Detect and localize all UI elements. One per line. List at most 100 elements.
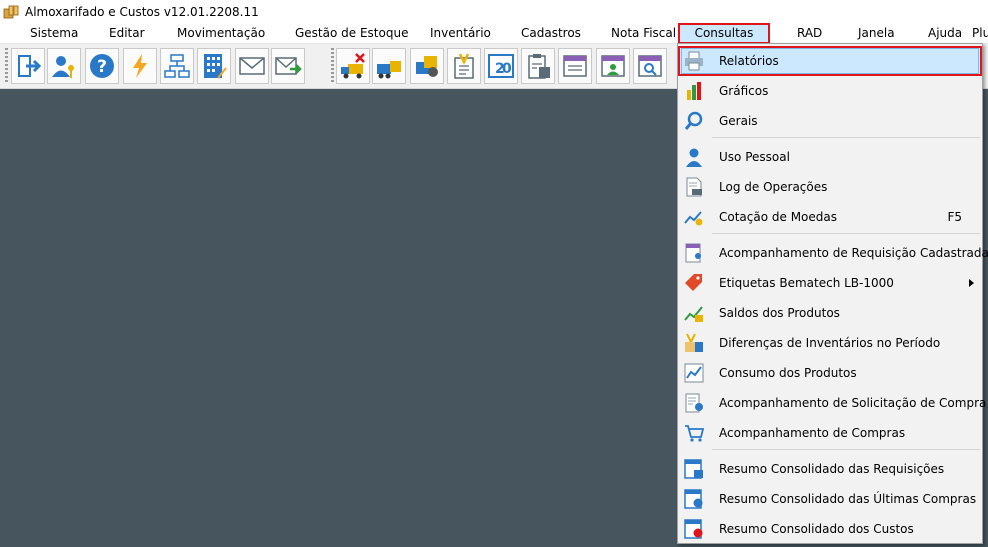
consumption-chart-icon — [684, 363, 704, 383]
menu-nota-fiscal[interactable]: Nota Fiscal — [611, 23, 676, 43]
toolbar-org-chart-button[interactable] — [160, 48, 194, 84]
menu-item-cotacao-moedas[interactable]: Cotação de Moedas F5 — [678, 202, 982, 232]
price-tag-icon — [685, 274, 702, 291]
menu-plugins[interactable]: Plu — [972, 23, 988, 43]
exit-icon — [18, 55, 42, 77]
menu-item-label: Uso Pessoal — [719, 150, 790, 164]
toolbar-search-report-button[interactable] — [633, 48, 667, 84]
toolbar-grip[interactable] — [5, 48, 8, 84]
email-icon — [239, 57, 265, 75]
printer-icon — [685, 51, 703, 71]
menu-item-saldos-produtos[interactable]: Saldos dos Produtos — [678, 298, 982, 328]
person-icon — [686, 148, 702, 167]
toolbar-inventory-tools-button[interactable] — [447, 48, 481, 84]
menu-item-diferencas-inventarios[interactable]: Diferenças de Inventários no Período — [678, 328, 982, 358]
menu-item-label: Log de Operações — [719, 180, 828, 194]
menu-item-label: Acompanhamento de Solicitação de Compra — [719, 396, 987, 410]
report-user-icon — [601, 55, 625, 77]
currency-chart-icon — [684, 211, 703, 226]
search-report-icon — [638, 55, 662, 77]
shopping-cart-icon — [685, 425, 704, 442]
menu-item-gerais[interactable]: Gerais — [678, 106, 982, 136]
menu-movimentacao[interactable]: Movimentação — [177, 23, 265, 43]
toolbar-counter-button[interactable]: 2 0 — [484, 48, 518, 84]
package-icon — [3, 5, 19, 18]
summary-purchase-icon — [684, 489, 703, 509]
menu-gestao-estoque[interactable]: Gestão de Estoque — [295, 23, 408, 43]
menu-separator — [712, 449, 980, 450]
menu-item-relatorios[interactable]: Relatórios — [678, 46, 982, 76]
balance-chart-icon — [684, 306, 703, 322]
menu-item-label: Cotação de Moedas — [719, 210, 838, 224]
menu-item-label: Consumo dos Produtos — [719, 366, 857, 380]
window-title: Almoxarifado e Custos v12.01.2208.11 — [25, 4, 259, 19]
menu-editar[interactable]: Editar — [109, 23, 145, 43]
menu-inventario[interactable]: Inventário — [430, 23, 491, 43]
menu-item-label: Relatórios — [719, 54, 779, 68]
toolbar-clipboard-check-button[interactable] — [521, 48, 555, 84]
toolbar-exit-button[interactable] — [11, 48, 45, 84]
toolbar-transfer-button[interactable] — [410, 48, 444, 84]
menu-item-label: Gráficos — [719, 84, 769, 98]
menu-item-label: Acompanhamento de Compras — [719, 426, 906, 440]
schedule-icon — [563, 55, 587, 77]
menu-janela[interactable]: Janela — [858, 23, 895, 43]
summary-requisition-icon — [684, 459, 703, 479]
toolbar-report-user-button[interactable] — [596, 48, 630, 84]
menu-item-label: Acompanhamento de Requisição Cadastrada — [719, 246, 988, 260]
menu-item-graficos[interactable]: Gráficos — [678, 76, 982, 106]
menu-item-acompanhamento-compras[interactable]: Acompanhamento de Compras — [678, 418, 982, 448]
menu-item-label: Diferenças de Inventários no Período — [719, 336, 941, 350]
submenu-arrow-icon — [969, 279, 974, 287]
menu-separator — [712, 137, 980, 138]
toolbar-calculator-button[interactable] — [197, 48, 231, 84]
transfer-icon — [416, 56, 438, 77]
menu-item-acompanhamento-solicitacao[interactable]: Acompanhamento de Solicitação de Compra — [678, 388, 986, 418]
menu-item-label: Resumo Consolidado das Requisições — [719, 462, 945, 476]
menu-item-uso-pessoal[interactable]: Uso Pessoal — [678, 142, 982, 172]
truck-box-icon — [377, 61, 401, 79]
requisition-icon — [685, 243, 701, 263]
title-bar: Almoxarifado e Custos v12.01.2208.11 — [0, 0, 988, 23]
menu-sistema[interactable]: Sistema — [30, 23, 78, 43]
menu-item-resumo-requisicoes[interactable]: Resumo Consolidado das Requisições — [678, 454, 982, 484]
help-icon: ? — [90, 54, 114, 78]
menu-item-etiquetas-bematech[interactable]: Etiquetas Bematech LB-1000 — [678, 268, 982, 298]
menu-item-label: Resumo Consolidado das Últimas Compras — [719, 492, 977, 506]
menu-rad[interactable]: RAD — [797, 23, 822, 43]
toolbar-email-send-button[interactable] — [271, 48, 305, 84]
toolbar-help-button[interactable]: ? — [85, 48, 119, 84]
menu-item-resumo-ultimas-compras[interactable]: Resumo Consolidado das Últimas Compras — [678, 484, 982, 514]
toolbar-user-key-button[interactable] — [47, 48, 81, 84]
lightning-icon — [133, 54, 147, 78]
inventory-tools-icon — [454, 53, 474, 79]
toolbar-truck-box-button[interactable] — [372, 48, 406, 84]
menu-item-log-operacoes[interactable]: Log de Operações — [678, 172, 982, 202]
toolbar-schedule-button[interactable] — [558, 48, 592, 84]
menu-consultas[interactable]: Consultas — [678, 23, 770, 44]
svg-text:0: 0 — [502, 61, 512, 77]
toolbar-truck-cancel-button[interactable] — [336, 48, 370, 84]
calculator-icon — [204, 54, 227, 79]
summary-cost-icon — [684, 519, 703, 539]
menu-item-acompanhamento-requisicao[interactable]: Acompanhamento de Requisição Cadastrada — [678, 238, 988, 268]
menu-item-resumo-custos[interactable]: Resumo Consolidado dos Custos — [678, 514, 982, 544]
clipboard-check-icon — [528, 54, 550, 79]
counter-icon: 2 0 — [488, 54, 514, 78]
toolbar-email-button[interactable] — [235, 48, 269, 84]
toolbar-separator-grip[interactable] — [331, 48, 334, 84]
menu-item-shortcut: F5 — [947, 210, 962, 224]
menu-item-consumo-produtos[interactable]: Consumo dos Produtos — [678, 358, 982, 388]
menu-separator — [712, 233, 980, 234]
email-send-icon — [275, 57, 302, 75]
bar-chart-icon — [687, 82, 701, 100]
consultas-dropdown-menu: Relatórios Gráficos Gerais Uso Pessoal L… — [677, 43, 988, 544]
menu-ajuda[interactable]: Ajuda — [928, 23, 962, 43]
svg-text:?: ? — [97, 57, 107, 77]
purchase-request-icon — [685, 393, 703, 413]
menu-item-label: Saldos dos Produtos — [719, 306, 840, 320]
menu-item-label: Etiquetas Bematech LB-1000 — [719, 276, 894, 290]
toolbar-lightning-button[interactable] — [123, 48, 157, 84]
menu-cadastros[interactable]: Cadastros — [521, 23, 581, 43]
inventory-diff-icon — [685, 333, 703, 352]
